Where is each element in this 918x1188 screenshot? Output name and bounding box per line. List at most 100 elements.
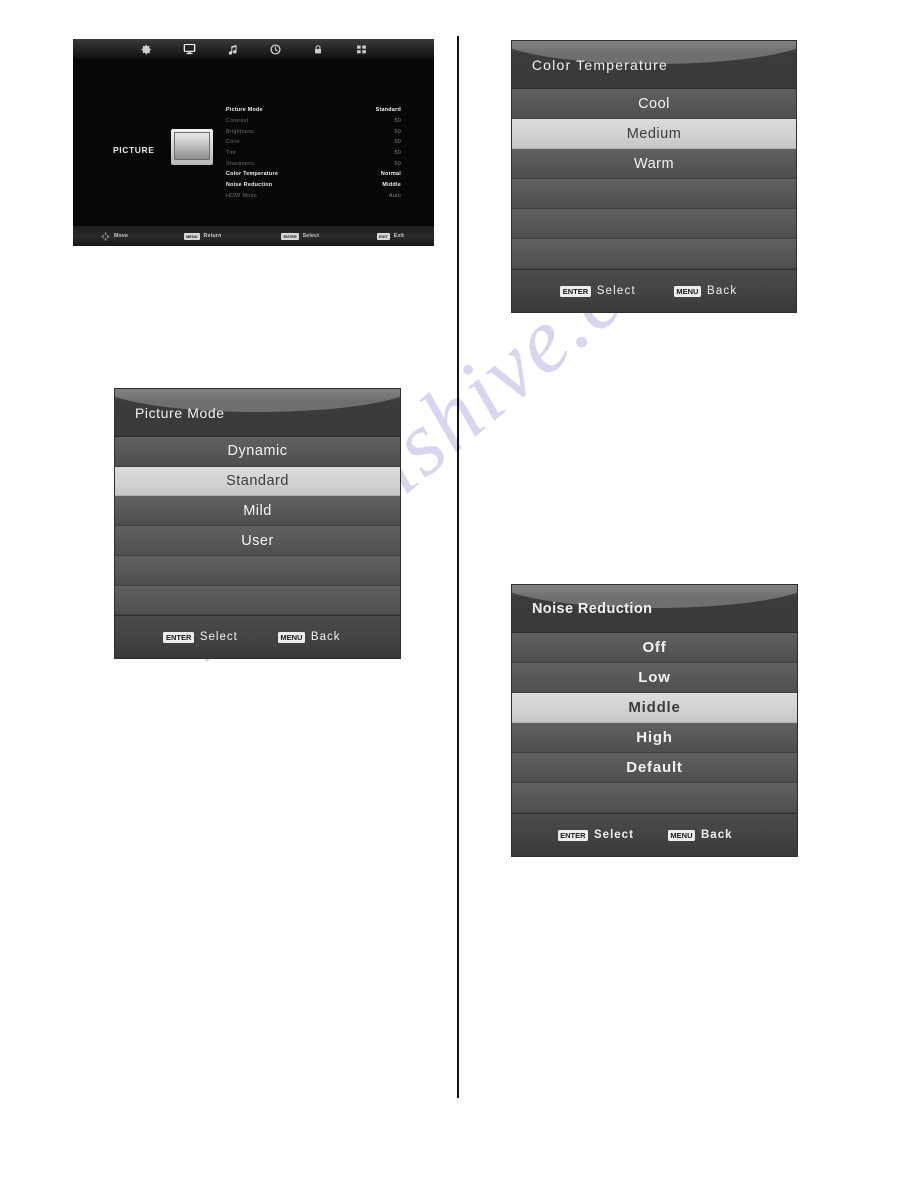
osd-hint: ENTER Select <box>281 232 320 240</box>
osd-hint: MENU Return <box>184 232 222 240</box>
option-row[interactable]: User <box>115 526 400 556</box>
setting-row[interactable]: Brightness 50 <box>226 126 401 137</box>
option-row-empty <box>512 783 797 814</box>
option-label: Middle <box>628 699 681 717</box>
dialog-title: Noise Reduction <box>531 600 653 617</box>
key-badge: EXIT <box>377 232 390 240</box>
option-row[interactable]: Warm <box>512 149 796 180</box>
osd-menu-tabbar <box>73 39 434 59</box>
color-temperature-option-list: Cool Medium Warm <box>512 89 796 270</box>
option-row[interactable]: Default <box>512 753 797 784</box>
hint-label: Return <box>203 233 222 239</box>
key-badge: ENTER <box>281 232 299 240</box>
setting-label: Color Temperature <box>226 171 279 178</box>
option-row[interactable]: Dynamic <box>115 437 400 467</box>
dialog-title: Color Temperature <box>531 56 668 73</box>
dialog-hint: ENTER Select <box>560 285 636 297</box>
setting-label: Picture Mode <box>226 107 263 114</box>
option-label: High <box>636 729 673 747</box>
setting-row[interactable]: Color 50 <box>226 137 401 148</box>
setting-value: Middle <box>382 182 401 189</box>
hint-label: Back <box>310 631 341 644</box>
dialog-title-bar: Color Temperature <box>512 41 796 90</box>
setting-value: Normal <box>380 171 401 178</box>
option-label: Mild <box>243 502 272 519</box>
setting-row[interactable]: Picture Mode Standard <box>226 105 401 116</box>
option-label: Dynamic <box>227 443 288 460</box>
setting-row[interactable]: Contrast 50 <box>226 116 401 127</box>
option-row[interactable]: Medium <box>512 119 796 150</box>
setting-row[interactable]: Noise Reduction Middle <box>226 180 401 191</box>
option-icon[interactable] <box>353 42 370 56</box>
setting-row[interactable]: Sharpness 50 <box>226 158 401 169</box>
setting-row[interactable]: Color Temperature Normal <box>226 169 401 180</box>
setting-label: Sharpness <box>226 160 255 167</box>
option-row-empty <box>115 555 400 586</box>
key-badge: MENU <box>184 232 200 240</box>
lock-icon[interactable] <box>310 42 327 56</box>
setting-value: 50 <box>394 128 401 135</box>
dpad-icon <box>101 231 110 241</box>
page-divider <box>457 36 459 1098</box>
key-badge: ENTER <box>560 285 591 297</box>
option-label: Low <box>638 669 671 687</box>
picture-icon[interactable] <box>181 42 198 56</box>
setting-row[interactable]: Tint 50 <box>226 148 401 159</box>
tv-thumbnail-screen <box>174 132 210 160</box>
picture-mode-dialog: Picture Mode Dynamic Standard Mild User ENT… <box>115 389 400 658</box>
dialog-hint: MENU Back <box>673 285 737 297</box>
hint-label: Exit <box>393 233 405 239</box>
dialog-title: Picture Mode <box>134 404 225 421</box>
option-label: User <box>241 532 274 549</box>
option-row[interactable]: Cool <box>512 89 796 120</box>
option-row[interactable]: Mild <box>115 496 400 527</box>
hint-label: Move <box>114 233 129 239</box>
setting-value: 50 <box>394 150 401 157</box>
option-row[interactable]: Standard <box>115 466 400 497</box>
setting-label: Color <box>226 139 241 146</box>
option-label: Cool <box>638 95 670 112</box>
time-icon[interactable] <box>267 42 284 56</box>
dialog-hint: ENTER Select <box>163 631 237 643</box>
key-badge: MENU <box>667 829 695 841</box>
option-row-empty <box>512 239 796 270</box>
setting-label: Contrast <box>226 118 249 125</box>
option-row-empty <box>512 179 796 210</box>
dialog-footer: ENTER Select MENU Back <box>115 615 400 658</box>
picture-settings-list: Picture Mode Standard Contrast 50 Brightness… <box>226 105 401 201</box>
hint-label: Back <box>701 829 733 841</box>
setting-label: Brightness <box>226 128 254 135</box>
noise-reduction-dialog: Noise Reduction Off Low Middle High Default … <box>512 585 797 856</box>
setting-value: 50 <box>394 118 401 125</box>
dialog-hint: MENU Back <box>667 829 733 841</box>
key-badge: MENU <box>277 631 305 643</box>
dialog-footer: ENTER Select MENU Back <box>512 813 797 856</box>
sound-icon[interactable] <box>224 42 241 56</box>
setting-value: Auto <box>388 192 401 199</box>
hint-label: Select <box>594 829 634 841</box>
option-row-empty <box>115 585 400 616</box>
option-label: Medium <box>626 125 682 142</box>
settings-icon[interactable] <box>138 42 155 56</box>
option-row[interactable]: Low <box>512 663 797 694</box>
setting-value: 50 <box>394 160 401 167</box>
key-badge: ENTER <box>163 631 194 643</box>
setting-label: HDMI Mode <box>226 192 258 199</box>
option-row[interactable]: High <box>512 723 797 754</box>
setting-label: Noise Reduction <box>226 182 273 189</box>
noise-reduction-option-list: Off Low Middle High Default <box>512 633 797 814</box>
hint-label: Select <box>302 233 320 239</box>
option-row-empty <box>512 209 796 240</box>
picture-osd-panel: PICTURE Picture Mode Standard Contrast 50 Br… <box>73 39 434 246</box>
key-badge: MENU <box>673 285 701 297</box>
setting-value: Standard <box>375 107 401 114</box>
option-row[interactable]: Off <box>512 633 797 664</box>
option-row[interactable]: Middle <box>512 693 797 724</box>
setting-label: Tint <box>226 150 236 157</box>
tv-thumbnail-icon <box>171 129 213 165</box>
dialog-hint: MENU Back <box>277 631 341 644</box>
dialog-title-bar: Noise Reduction <box>512 585 797 634</box>
option-label: Warm <box>633 155 675 172</box>
setting-row[interactable]: HDMI Mode Auto <box>226 191 401 202</box>
picture-section-label: PICTURE <box>113 145 155 155</box>
